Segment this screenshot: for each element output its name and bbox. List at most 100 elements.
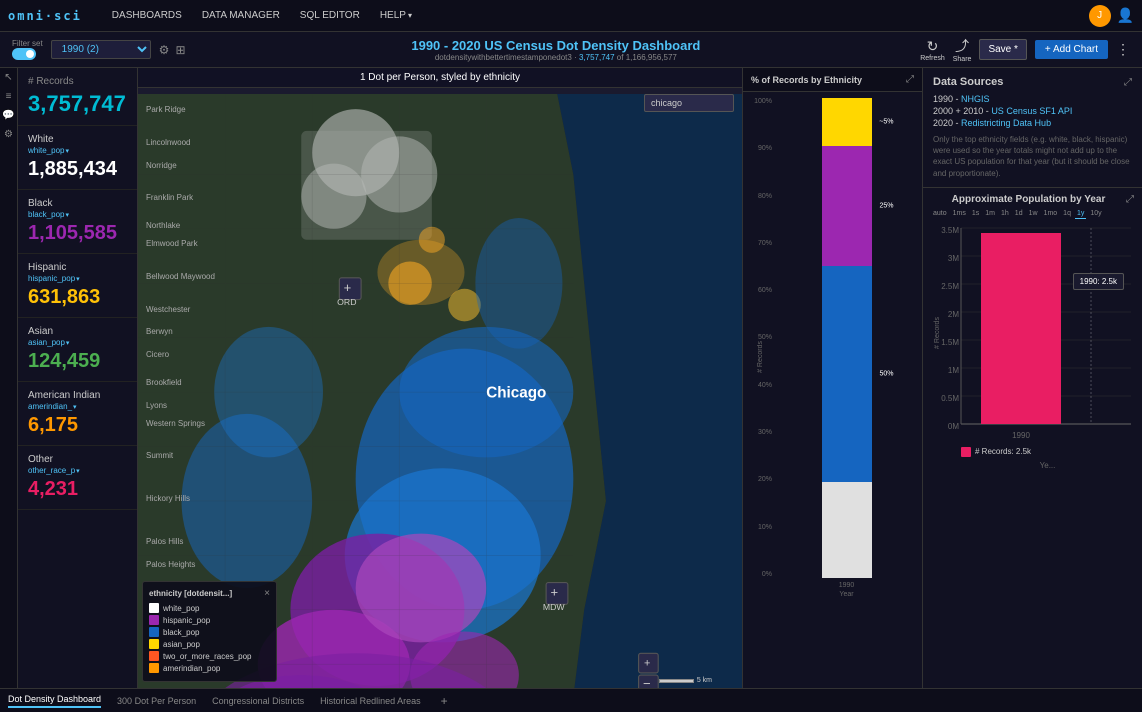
- amerindian-field-dropdown[interactable]: amerindian_ ▾: [28, 402, 127, 411]
- time-btn-1h[interactable]: 1h: [999, 209, 1011, 219]
- legend-title: ethnicity [dotdensit...]: [149, 589, 232, 598]
- bottom-tab-bar: Dot Density Dashboard 300 Dot Per Person…: [0, 688, 1142, 712]
- nhgis-link[interactable]: NHGIS: [961, 94, 990, 104]
- tab-congressional[interactable]: Congressional Districts: [212, 696, 304, 706]
- settings-icon[interactable]: ⚙: [4, 129, 13, 140]
- svg-text:+: +: [644, 657, 650, 669]
- tab-300-dot[interactable]: 300 Dot Per Person: [117, 696, 196, 706]
- amerindian-metric-label: American Indian: [28, 390, 127, 401]
- time-btn-1m[interactable]: 1m: [983, 209, 997, 219]
- legend-item-black: black_pop: [149, 627, 270, 637]
- pop-chart-svg: 3.5M 3M 2.5M 2M 1.5M 1M 0.5M 0M: [931, 223, 1131, 433]
- filter-toggle[interactable]: [12, 48, 43, 60]
- add-chart-button[interactable]: + Add Chart: [1035, 40, 1108, 59]
- hispanic-dropdown-icon: ▾: [76, 275, 80, 283]
- time-btn-1y[interactable]: 1y: [1075, 209, 1086, 219]
- records-value: 3,757,747: [28, 91, 127, 117]
- time-btn-auto[interactable]: auto: [931, 209, 949, 219]
- pop-legend-label: # Records: 2.5k: [975, 447, 1031, 456]
- svg-text:3.5M: 3.5M: [941, 226, 959, 235]
- hispanic-metric-value: 631,863: [28, 286, 127, 309]
- logo[interactable]: omni·sci: [8, 9, 82, 23]
- pop-chart-expand-icon[interactable]: ⤢: [1126, 194, 1134, 205]
- more-options-icon[interactable]: ⋮: [1116, 41, 1130, 58]
- title-area: 1990 - 2020 US Census Dot Density Dashbo…: [192, 38, 921, 62]
- other-metric-card: Other other_race_p ▾ 4,231: [18, 446, 137, 510]
- nav-data-manager[interactable]: DATA MANAGER: [202, 10, 280, 21]
- layers-panel-icon[interactable]: ≡: [6, 91, 12, 102]
- refresh-icon: ↻: [927, 38, 939, 55]
- time-btn-1s[interactable]: 1s: [970, 209, 981, 219]
- black-field-dropdown[interactable]: black_pop ▾: [28, 210, 127, 219]
- time-controls: auto 1ms 1s 1m 1h 1d 1w 1mo 1q 1y 10y: [931, 209, 1134, 219]
- cursor-icon[interactable]: ↖: [4, 72, 12, 83]
- svg-text:Chicago: Chicago: [486, 385, 546, 402]
- ethnicity-panel-expand-icon[interactable]: ⤢: [906, 74, 914, 85]
- svg-text:+: +: [344, 280, 352, 295]
- time-btn-1w[interactable]: 1w: [1027, 209, 1040, 219]
- nav-help[interactable]: HELP ▾: [380, 10, 412, 21]
- layers-icon[interactable]: ⊞: [175, 43, 185, 57]
- filter-icon[interactable]: ⚙: [159, 43, 170, 57]
- census-api-link[interactable]: US Census SF1 API: [991, 106, 1072, 116]
- add-tab-icon[interactable]: +: [441, 694, 448, 708]
- other-metric-value: 4,231: [28, 478, 127, 501]
- data-sources-section: Data Sources ⤢ 1990 - NHGIS 2000 + 2010 …: [923, 68, 1142, 188]
- hispanic-field-dropdown[interactable]: hispanic_pop ▾: [28, 274, 127, 283]
- year-filter-select[interactable]: 1990 (2): [51, 40, 151, 59]
- data-sources-header: Data Sources ⤢: [933, 76, 1132, 88]
- amerindian-dropdown-icon: ▾: [73, 403, 77, 411]
- ethnicity-panel-header: % of Records by Ethnicity ⤢: [743, 68, 922, 92]
- black-metric-label: Black: [28, 198, 127, 209]
- hispanic-metric-label: Hispanic: [28, 262, 127, 273]
- top-nav: omni·sci DASHBOARDS DATA MANAGER SQL EDI…: [0, 0, 1142, 32]
- share-button[interactable]: ⤴ Share: [953, 36, 972, 63]
- header-actions: J 👤: [1089, 5, 1134, 27]
- asian-field-dropdown[interactable]: asian_pop ▾: [28, 338, 127, 347]
- data-sources-note: Only the top ethnicity fields (e.g. whit…: [933, 134, 1132, 179]
- tab-redlined[interactable]: Historical Redlined Areas: [320, 696, 421, 706]
- white-field-dropdown[interactable]: white_pop ▾: [28, 146, 127, 155]
- save-button[interactable]: Save *: [979, 39, 1026, 60]
- user-icon[interactable]: 👤: [1117, 7, 1134, 24]
- time-btn-1mo[interactable]: 1mo: [1042, 209, 1060, 219]
- time-btn-1d[interactable]: 1d: [1013, 209, 1025, 219]
- data-sources-expand-icon[interactable]: ⤢: [1124, 77, 1132, 88]
- chat-icon[interactable]: 💬: [2, 110, 14, 121]
- other-dropdown-icon: ▾: [76, 467, 80, 475]
- ethnicity-x-axis: 1990: [775, 582, 918, 589]
- other-field-dropdown[interactable]: other_race_p ▾: [28, 466, 127, 475]
- amerindian-metric-value: 6,175: [28, 414, 127, 437]
- legend-close-icon[interactable]: ×: [264, 588, 270, 599]
- nav-sql-editor[interactable]: SQL EDITOR: [300, 10, 360, 21]
- scale-bar: 5 km: [659, 677, 712, 684]
- time-btn-1ms[interactable]: 1ms: [951, 209, 968, 219]
- record-count-header: 3,757,747: [579, 53, 615, 62]
- data-source-2020: 2020 - Redistricting Data Hub: [933, 118, 1132, 128]
- svg-text:1990: 1990: [1012, 431, 1030, 440]
- data-sources-title: Data Sources: [933, 76, 1003, 88]
- svg-text:2.5M: 2.5M: [941, 282, 959, 291]
- total-records-header: 1,166,956,577: [626, 53, 677, 62]
- svg-text:1.5M: 1.5M: [941, 338, 959, 347]
- redistricting-link[interactable]: Redistricting Data Hub: [961, 118, 1051, 128]
- filter-set-label: Filter set: [12, 39, 43, 48]
- map-search-input[interactable]: [644, 94, 734, 112]
- white-dropdown-icon: ▾: [65, 147, 69, 155]
- map-area[interactable]: 1 Dot per Person, styled by ethnicity: [138, 68, 742, 712]
- svg-text:1M: 1M: [948, 366, 959, 375]
- time-btn-10y[interactable]: 10y: [1088, 209, 1103, 219]
- other-metric-label: Other: [28, 454, 127, 465]
- records-card: # Records 3,757,747: [18, 68, 137, 126]
- nav-dashboards[interactable]: DASHBOARDS: [112, 10, 182, 21]
- svg-text:+: +: [550, 585, 558, 600]
- records-title: # Records: [28, 76, 127, 87]
- tab-dot-density[interactable]: Dot Density Dashboard: [8, 694, 101, 708]
- hispanic-metric-card: Hispanic hispanic_pop ▾ 631,863: [18, 254, 137, 318]
- refresh-button[interactable]: ↻ Refresh: [920, 38, 945, 62]
- ethnicity-bar-area: ~5% 25% 50% 1990: [775, 98, 918, 706]
- dashboard-title: 1990 - 2020 US Census Dot Density Dashbo…: [192, 38, 921, 53]
- time-btn-1q[interactable]: 1q: [1061, 209, 1073, 219]
- asian-metric-card: Asian asian_pop ▾ 124,459: [18, 318, 137, 382]
- ethnicity-chart-panel: % of Records by Ethnicity ⤢ 100% 90% 80%…: [742, 68, 922, 712]
